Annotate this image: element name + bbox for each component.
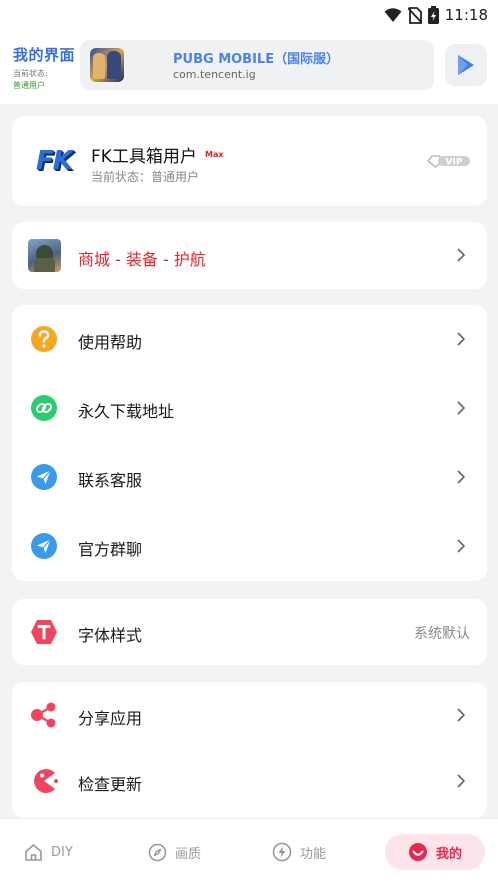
chevron-right-icon (457, 708, 465, 722)
game-app-icon (90, 48, 124, 82)
send-icon (31, 464, 57, 490)
nav-mine[interactable]: 我的 (385, 834, 485, 870)
chevron-right-icon (457, 401, 465, 415)
chevron-right-icon (457, 539, 465, 553)
update-icon (34, 769, 58, 793)
menu-item-share[interactable]: 分享应用 (12, 682, 487, 748)
launch-game-button[interactable] (445, 44, 487, 86)
chevron-right-icon (457, 248, 465, 262)
send-icon (31, 533, 57, 559)
user-name: FK工具箱用户 (91, 147, 197, 167)
nav-features[interactable]: 功能 (272, 833, 326, 871)
nav-diy[interactable]: DIY (24, 833, 73, 871)
shop-label: 商城 - 装备 - 护航 (78, 250, 206, 269)
bolt-icon (272, 842, 292, 862)
help-menu-card: 使用帮助 永久下载地址 联系客服 官方群聊 (12, 305, 487, 581)
font-t-icon (31, 620, 57, 644)
play-store-icon (458, 55, 474, 75)
home-icon (25, 843, 42, 861)
compass-icon (148, 843, 167, 861)
menu-item-label: 官方群聊 (78, 540, 143, 559)
nav-quality[interactable]: 画质 (148, 833, 201, 871)
user-tier-badge: Max (205, 150, 224, 159)
status-value: 普通用户 (13, 81, 45, 90)
chevron-right-icon (457, 774, 465, 788)
font-style-value: 系统默认 (414, 626, 470, 642)
extra-menu-card: 分享应用 检查更新 (12, 682, 487, 818)
shop-game-icon (28, 239, 61, 272)
menu-item-label: 使用帮助 (78, 333, 143, 352)
menu-item-label: 检查更新 (78, 775, 143, 794)
menu-item-label: 永久下载地址 (78, 402, 175, 421)
chevron-right-icon (457, 332, 465, 346)
menu-item-label: 联系客服 (78, 471, 143, 490)
link-icon (31, 395, 57, 421)
game-package: com.tencent.ig (173, 68, 256, 81)
chevron-right-icon (457, 470, 465, 484)
game-name: PUBG MOBILE（国际服） (173, 52, 340, 67)
font-style-card[interactable]: 字体样式 系统默认 (12, 599, 487, 665)
menu-item-group-chat[interactable]: 官方群聊 (12, 512, 487, 581)
menu-item-update[interactable]: 检查更新 (12, 748, 487, 814)
header: 我的界面 当前状态: 普通用户 PUBG MOBILE（国际服） com.ten… (0, 30, 498, 104)
page-title: 我的界面 (13, 46, 76, 64)
question-icon (31, 326, 57, 352)
wifi-icon (384, 8, 402, 22)
vip-icon: VIP (426, 155, 470, 168)
menu-item-label: 分享应用 (78, 709, 143, 728)
fk-logo: FK (36, 146, 73, 176)
battery-icon (427, 6, 439, 24)
nav-label: 我的 (435, 846, 462, 862)
share-icon (31, 702, 56, 728)
vip-label: VIP (446, 158, 463, 168)
bottom-nav: DIY 画质 功能 我的 (0, 818, 498, 885)
nav-label: DIY (51, 844, 73, 860)
user-profile-card[interactable]: FK FK工具箱用户 Max 当前状态：普通用户 VIP (12, 116, 487, 206)
smile-icon (408, 843, 427, 861)
menu-item-download[interactable]: 永久下载地址 (12, 374, 487, 443)
font-style-label: 字体样式 (78, 626, 143, 645)
header-title-block: 我的界面 当前状态: 普通用户 (13, 44, 75, 91)
user-status: 当前状态：普通用户 (91, 170, 200, 184)
menu-item-support[interactable]: 联系客服 (12, 443, 487, 512)
clock: 11:18 (444, 6, 488, 24)
shop-card[interactable]: 商城 - 装备 - 护航 (12, 222, 487, 289)
selected-game-card[interactable]: PUBG MOBILE（国际服） com.tencent.ig (80, 40, 434, 90)
status-label: 当前状态: (13, 69, 48, 78)
nav-label: 功能 (300, 846, 327, 862)
menu-item-help[interactable]: 使用帮助 (12, 305, 487, 374)
status-bar: 11:18 (0, 0, 498, 30)
nav-label: 画质 (175, 846, 202, 862)
no-sim-icon (407, 6, 422, 24)
